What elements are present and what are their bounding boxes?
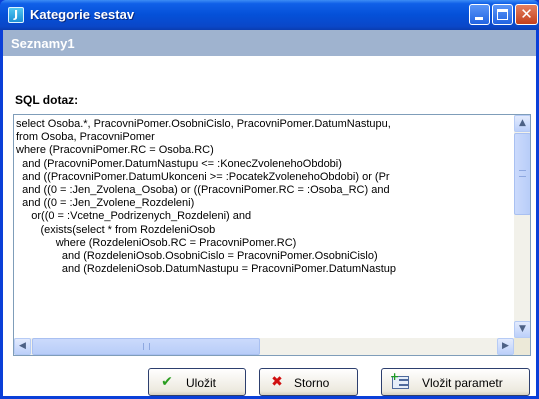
arrow-up-icon[interactable]: ▲ — [514, 115, 530, 132]
cross-icon: ✖ — [271, 374, 283, 390]
sql-line: and (RozdeleniOsob.OsobniCislo = Pracovn… — [16, 249, 378, 262]
sql-line: and (RozdeleniOsob.DatumNastupu = Pracov… — [16, 263, 396, 276]
vertical-scrollbar[interactable]: ▲ ▼ — [514, 115, 530, 338]
dialog-window: J Kategorie sestav ✕ Seznamy1 SQL dotaz:… — [0, 0, 539, 399]
insert-parameter-button-label: Vložit parametr — [422, 376, 503, 390]
window-title: Kategorie sestav — [30, 7, 135, 22]
sql-line: where (PracovniPomer.RC = Osoba.RC) — [16, 144, 214, 157]
sql-line: where (RozdeleniOsob.RC = PracovniPomer.… — [16, 236, 297, 249]
horizontal-scrollbar[interactable]: ◀ ▶ — [14, 338, 514, 355]
arrow-down-icon[interactable]: ▼ — [514, 321, 530, 338]
cancel-button[interactable]: ✖ Storno — [259, 368, 358, 396]
save-button[interactable]: ✔ Uložit — [148, 368, 246, 396]
cancel-button-label: Storno — [294, 376, 330, 390]
app-icon: J — [8, 7, 24, 23]
save-button-label: Uložit — [186, 376, 217, 390]
arrow-right-icon[interactable]: ▶ — [497, 338, 514, 355]
title-bar[interactable]: J Kategorie sestav ✕ — [0, 0, 539, 30]
sql-text-area[interactable]: select Osoba.*, PracovniPomer.OsobniCisl… — [15, 118, 514, 336]
horizontal-scroll-thumb[interactable] — [32, 338, 260, 355]
insert-parameter-icon: + — [390, 371, 410, 391]
sql-line: and ((0 = :Jen_Zvolene_Rozdeleni) — [16, 197, 195, 210]
grip-icon — [143, 343, 150, 350]
vertical-scroll-thumb[interactable] — [514, 133, 530, 215]
maximize-icon — [497, 9, 508, 20]
minimize-icon — [475, 17, 483, 20]
close-icon: ✕ — [520, 5, 533, 23]
maximize-button[interactable] — [492, 4, 513, 25]
sql-line: and ((0 = :Jen_Zvolena_Osoba) or ((Praco… — [16, 183, 390, 196]
scrollbar-corner — [514, 338, 530, 355]
insert-parameter-button[interactable]: + Vložit parametr — [381, 368, 530, 396]
sql-line: and (PracovniPomer.DatumNastupu <= :Kone… — [16, 157, 342, 170]
section-header: Seznamy1 — [3, 30, 536, 56]
minimize-button[interactable] — [469, 4, 490, 25]
sql-label: SQL dotaz: — [15, 93, 79, 107]
sql-line: from Osoba, PracovniPomer — [16, 131, 155, 144]
sql-line: or((0 = :Vcetne_Podrizenych_Rozdeleni) a… — [16, 210, 252, 223]
arrow-left-icon[interactable]: ◀ — [14, 338, 31, 355]
close-button[interactable]: ✕ — [515, 4, 538, 25]
sql-editor[interactable]: select Osoba.*, PracovniPomer.OsobniCisl… — [13, 114, 531, 356]
sql-line: (exists(select * from RozdeleniOsob — [16, 223, 216, 236]
grip-icon — [519, 170, 526, 177]
sql-line: and ((PracovniPomer.DatumUkonceni >= :Po… — [16, 170, 390, 183]
sql-line: select Osoba.*, PracovniPomer.OsobniCisl… — [16, 118, 391, 130]
checkmark-icon: ✔ — [161, 374, 173, 390]
dialog-body: Seznamy1 SQL dotaz: select Osoba.*, Prac… — [3, 30, 536, 396]
section-header-title: Seznamy1 — [11, 36, 75, 51]
